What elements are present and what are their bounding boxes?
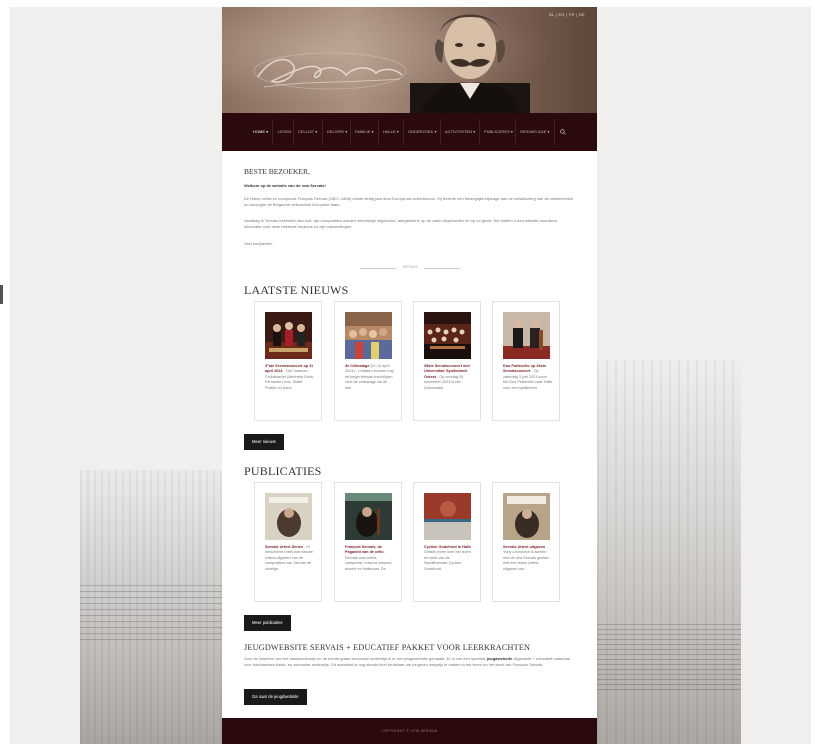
publication-cover-image[interactable] xyxy=(424,493,471,540)
youth-website-link[interactable]: jeugdwebsite xyxy=(487,656,512,661)
site-footer: COPYRIGHT © VZW SERVAIS xyxy=(222,718,597,744)
section-divider: SERVAIS xyxy=(360,265,460,271)
publication-card-title[interactable]: Servais Urtext uitgaven xyxy=(503,545,545,549)
footer-copyright: COPYRIGHT © VZW SERVAIS xyxy=(381,729,438,733)
more-publications-button[interactable]: Meer publicaties xyxy=(244,615,291,631)
main-navigation: HOME ▾ LEVEN CELLIST ▾ DELIVRE ▾ FAMILIE… xyxy=(222,113,597,151)
publication-card[interactable]: Cyclien Godefroid in Halle - Ontdek meer… xyxy=(413,482,481,602)
welcome-paragraph-2: Vandaag is Servais bekender dan ooit: zi… xyxy=(244,218,558,229)
nav-item-onderzoek[interactable]: ONDERZOEK ▾ xyxy=(408,127,436,137)
background-engraving-right xyxy=(597,360,741,744)
news-card[interactable]: 3°ste Servaisconcert op 11 april 2024 - … xyxy=(254,301,322,421)
welcome-lead: Welkom op de website van de vzw Servais! xyxy=(244,183,326,188)
publication-card-title[interactable]: François Servais, de Paganini van de cel… xyxy=(345,545,384,554)
news-card[interactable]: Duo Potteceilo op 26ste Servaisconcert -… xyxy=(492,301,560,421)
nav-item-home[interactable]: HOME ▾ xyxy=(253,127,268,137)
more-news-button[interactable]: Meer nieuws xyxy=(244,434,284,450)
edge-scroll-marker xyxy=(0,285,3,304)
news-thumbnail-image[interactable] xyxy=(503,312,550,359)
welcome-paragraph-1: De Halse cellist en componist François S… xyxy=(244,196,574,207)
publication-card[interactable]: Servais Urtext uitgaven - Yuny Leonovich… xyxy=(492,482,560,602)
news-thumbnail-image[interactable] xyxy=(345,312,392,359)
publication-card-title[interactable]: Servais Urtext Series xyxy=(265,545,303,549)
youth-website-button[interactable]: Ga naar de jeugdwebsite xyxy=(244,689,307,705)
search-icon[interactable] xyxy=(560,129,566,135)
nav-item-leven[interactable]: LEVEN xyxy=(278,127,291,137)
youth-text: Voor de kinderen van het basisonderwijs … xyxy=(244,656,570,667)
welcome-paragraph-3: Veel surfplezier! xyxy=(244,241,273,246)
nav-item-activiteiten[interactable]: ACTIVITEITEN ▾ xyxy=(445,127,475,137)
servais-portrait-image xyxy=(410,14,530,113)
site-container: NL | EN | FR | DE HOME ▾ LEVEN CELLIST ▾… xyxy=(222,7,597,744)
publication-cover-image[interactable] xyxy=(265,493,312,540)
nav-item-delivre[interactable]: DELIVRE ▾ xyxy=(327,127,347,137)
publication-cover-image[interactable] xyxy=(503,493,550,540)
publication-card-title[interactable]: Cyclien Godefroid in Halle xyxy=(424,545,471,549)
news-card-title[interactable]: Duo Potteceilo op 26ste Servaisconcert xyxy=(503,364,546,373)
welcome-heading: BESTE BEZOEKER, xyxy=(244,167,310,176)
nav-item-servais-age[interactable]: SERVAIS AGE ▾ xyxy=(520,127,549,137)
news-card[interactable]: 3e Cellostage (11-14 april 2024) - Celli… xyxy=(334,301,402,421)
youth-section-title: JEUGDWEBSITE SERVAIS + EDUCATIEF PAKKET … xyxy=(244,643,531,652)
news-thumbnail-image[interactable] xyxy=(265,312,312,359)
publications-section-title: PUBLICATIES xyxy=(244,464,322,478)
background-engraving-left xyxy=(80,470,222,744)
news-card[interactable]: 35ste Servaisconcert met Universitair Sy… xyxy=(413,301,481,421)
signature-image xyxy=(253,52,407,90)
nav-item-cellist[interactable]: CELLIST ▾ xyxy=(298,127,317,137)
nav-item-halle[interactable]: HALLE ▾ xyxy=(383,127,399,137)
news-section-title: LAATSTE NIEUWS xyxy=(244,283,349,297)
publication-card[interactable]: Servais Urtext Series - Er verschenen he… xyxy=(254,482,322,602)
nav-item-publicaties[interactable]: PUBLICATIES ▾ xyxy=(484,127,513,137)
news-thumbnail-image[interactable] xyxy=(424,312,471,359)
language-switcher[interactable]: NL | EN | FR | DE xyxy=(549,12,585,17)
nav-item-familie[interactable]: FAMILIE ▾ xyxy=(355,127,373,137)
site-header: NL | EN | FR | DE xyxy=(222,7,597,113)
publication-card[interactable]: François Servais, de Paganini van de cel… xyxy=(334,482,402,602)
news-card-title[interactable]: 3e Cellostage xyxy=(345,364,369,368)
publication-cover-image[interactable] xyxy=(345,493,392,540)
